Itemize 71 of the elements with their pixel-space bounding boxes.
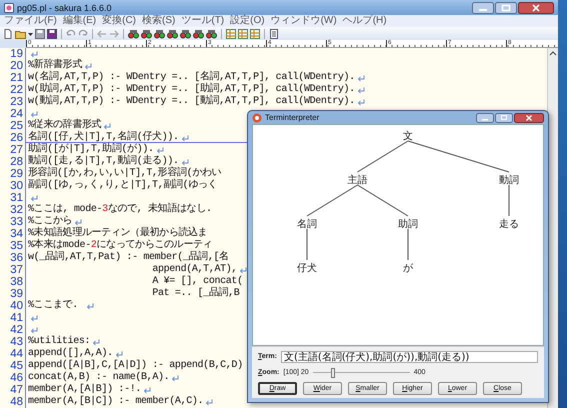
code-line: %新辞書形式 — [28, 60, 82, 71]
tree-edge — [357, 184, 408, 216]
code-line: 名詞([仔,犬|T],T,名詞(仔犬)). — [28, 132, 179, 143]
maximize-icon[interactable] — [495, 2, 517, 14]
tree-edge — [306, 184, 358, 216]
binoculars-icon[interactable] — [128, 28, 139, 38]
close-icon[interactable] — [514, 112, 544, 122]
menu-item[interactable]: 検索(S) — [142, 15, 176, 27]
tree-node-label: 名詞 — [297, 219, 317, 230]
redo-icon[interactable] — [78, 28, 88, 38]
close-icon[interactable] — [518, 2, 554, 14]
grid-icon[interactable] — [238, 28, 248, 38]
code-line: %従来の辞書形式 — [28, 120, 102, 131]
app-icon — [4, 2, 14, 12]
tree-node-label: 文 — [403, 131, 413, 142]
code-line: w(名詞,AT,T,P) :- WDentry =.. [名詞,AT,T,P], call(WDentry). — [28, 72, 355, 83]
code-line: 動詞([走,る|T],T,動詞(走る)). — [28, 156, 179, 167]
code-line: %ここから — [28, 216, 72, 227]
menu-item[interactable]: ウィンドウ(W) — [270, 15, 337, 27]
slider-thumb[interactable] — [331, 368, 336, 378]
code-line: Pat =.. [_品詞,B — [151, 288, 240, 300]
code-line: 形容詞([か,わ,い,い|T],T,形容詞(かわい — [28, 168, 222, 179]
code-line: member(A,[A|B]) :-!. — [28, 384, 142, 396]
code-line: w(動詞,AT,T,P) :- WDentry =.. [動詞,AT,T,P], call(WDentry). — [28, 96, 355, 108]
maximize-icon[interactable] — [495, 112, 513, 122]
menu-item[interactable]: ツール(T) — [181, 15, 224, 27]
tree-edge — [508, 184, 510, 216]
save-all-icon[interactable] — [47, 28, 57, 38]
grid-icon[interactable] — [226, 28, 236, 38]
code-line: append([],A,A). — [28, 348, 113, 360]
code-line: concat(A,B) :- name(B,A). — [28, 372, 170, 384]
menu-item[interactable]: ファイル(F) — [4, 15, 57, 27]
save-icon[interactable] — [35, 28, 45, 38]
menu-item[interactable]: 編集(E) — [62, 15, 96, 27]
dialog-title: Terminterpreter — [265, 113, 320, 122]
menu-item[interactable]: 変換(C) — [102, 15, 136, 27]
binoculars-icon[interactable] — [193, 28, 204, 38]
binoculars-icon[interactable] — [180, 28, 191, 38]
tree-node-label: 動詞 — [499, 175, 519, 186]
code-line: member(A,[B|C]) :- member(A,C). — [28, 396, 204, 408]
code-line: A ¥= [], concat( — [151, 276, 243, 287]
binoculars-icon[interactable] — [167, 28, 178, 38]
code-line: %ここまで. — [28, 300, 79, 312]
document-icon[interactable] — [269, 28, 279, 38]
scroll-up-icon[interactable] — [549, 49, 557, 57]
code-line: w(助詞,AT,T,P) :- WDentry =.. [助詞,AT,T,P], call(WDentry). — [28, 84, 355, 95]
code-line: %本来はmode-2になってからこのルーティ — [28, 240, 212, 251]
window-title: pg05.pl - sakura 1.6.6.0 — [17, 2, 112, 12]
undo-icon[interactable] — [66, 28, 76, 38]
code-line: %ここは, mode-3なので, 未知語はなし. — [28, 204, 212, 216]
minimize-icon[interactable] — [472, 2, 494, 14]
tree-node-label: 主語 — [348, 175, 368, 186]
tree-node-label: が — [403, 263, 413, 274]
tree-node-label: 仔犬 — [297, 263, 317, 274]
grid-icon[interactable] — [250, 28, 260, 38]
binoculars-icon[interactable] — [206, 28, 217, 38]
code-line: 助詞([が|T],T,助詞(が)). — [28, 144, 154, 155]
code-line: 副詞([ゆ,っ,く,り,と|T],T,副詞(ゆっく — [28, 180, 218, 192]
menu-item[interactable]: 設定(O) — [230, 15, 265, 27]
code-line: %未知語処理ルーティン（最初から読込ま — [28, 228, 208, 239]
binoculars-icon[interactable] — [154, 28, 165, 38]
binoculars-icon[interactable] — [141, 28, 152, 38]
code-line: %utilities: — [28, 336, 90, 348]
tree-node-label: 助詞 — [398, 219, 418, 230]
code-line: w(_品詞,AT,T,Pat) :- member(_品詞,[名 — [28, 252, 229, 264]
code-line: append(A,T,AT), — [151, 264, 238, 276]
menu-item[interactable]: ヘルプ(H) — [342, 15, 387, 27]
tree-node-label: 走る — [499, 219, 519, 230]
tree-edge — [306, 228, 308, 260]
minimize-icon[interactable] — [476, 112, 494, 122]
code-line: append([A|B],C,[A|D]) :- append(B,C,D) — [28, 360, 243, 372]
